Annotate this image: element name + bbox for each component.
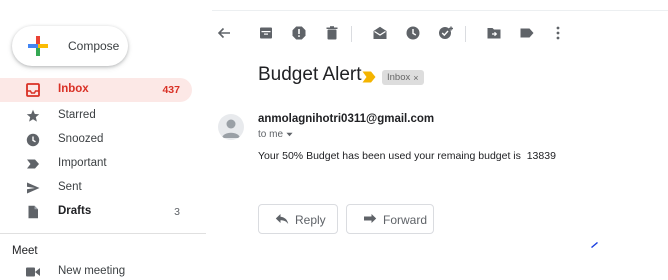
report-spam-icon — [292, 26, 306, 40]
label-button[interactable] — [519, 25, 535, 41]
label-chip-text: Inbox — [387, 72, 411, 83]
sidebar-divider — [0, 233, 206, 234]
archive-button[interactable] — [258, 25, 274, 41]
sidebar-item-snoozed[interactable]: Snoozed — [0, 128, 192, 152]
forward-icon — [364, 214, 377, 223]
clock-icon — [26, 133, 40, 147]
label-icon — [520, 28, 534, 38]
recipient-label: to me — [258, 129, 284, 140]
delete-button[interactable] — [324, 25, 340, 41]
important-icon — [27, 159, 39, 169]
compose-label: Compose — [68, 39, 120, 53]
inbox-icon — [26, 83, 40, 97]
mark-unread-icon — [373, 26, 387, 39]
delete-icon — [326, 26, 338, 40]
new-meeting-item[interactable]: New meeting — [26, 264, 206, 280]
remove-label-icon[interactable]: × — [413, 73, 418, 83]
sidebar-item-label: Starred — [58, 109, 96, 121]
chevron-down-icon — [286, 132, 293, 137]
draft-icon — [28, 205, 38, 219]
sidebar-item-label: Inbox — [58, 83, 89, 95]
archive-icon — [260, 27, 272, 39]
email-body: Your 50% Budget has been used your remai… — [258, 150, 556, 162]
more-options-button[interactable] — [550, 25, 566, 41]
sidebar-item-label: Snoozed — [58, 133, 104, 145]
sidebar-item-drafts[interactable]: Drafts 3 — [0, 200, 192, 224]
move-to-button[interactable] — [486, 25, 502, 41]
sidebar-item-label: Sent — [58, 181, 82, 193]
drafts-count: 3 — [174, 206, 180, 218]
toolbar-divider — [351, 26, 352, 42]
sidebar-item-inbox[interactable]: Inbox 437 — [0, 78, 192, 102]
reply-icon — [275, 214, 289, 224]
sidebar-item-important[interactable]: Important — [0, 152, 192, 176]
recipient-details-toggle[interactable]: to me — [258, 129, 293, 140]
snooze-icon — [406, 26, 420, 40]
important-marker-icon[interactable] — [362, 71, 376, 83]
person-icon — [222, 119, 240, 138]
add-to-tasks-icon — [439, 26, 453, 39]
compose-button[interactable]: Compose — [12, 26, 128, 66]
send-icon — [27, 182, 40, 194]
email-subject: Budget Alert — [258, 64, 362, 85]
toolbar-divider — [465, 26, 466, 42]
mark-unread-button[interactable] — [372, 25, 388, 41]
inbox-label-chip[interactable]: Inbox × — [382, 70, 424, 85]
sender-email[interactable]: anmolagnihotri0311@gmail.com — [258, 113, 434, 125]
cursor-mark — [591, 242, 598, 248]
back-arrow-icon — [217, 27, 230, 39]
move-to-icon — [487, 28, 501, 39]
compose-plus-icon — [28, 36, 48, 56]
video-camera-icon — [26, 267, 40, 277]
meet-heading: Meet — [12, 245, 38, 257]
avatar — [218, 114, 244, 140]
back-button[interactable] — [216, 25, 232, 41]
sidebar-item-starred[interactable]: Starred — [0, 104, 192, 128]
forward-button[interactable]: Forward — [346, 204, 434, 234]
inbox-unread-count: 437 — [162, 84, 180, 96]
reply-button[interactable]: Reply — [258, 204, 338, 234]
sidebar-item-label: Important — [58, 157, 107, 169]
toolbar-top-border — [212, 10, 668, 11]
add-to-tasks-button[interactable] — [438, 25, 454, 41]
reply-label: Reply — [295, 213, 326, 227]
more-icon — [556, 26, 560, 40]
star-icon — [26, 109, 40, 122]
sidebar-item-label: Drafts — [58, 205, 92, 217]
report-spam-button[interactable] — [291, 25, 307, 41]
snooze-button[interactable] — [405, 25, 421, 41]
forward-label: Forward — [383, 213, 428, 227]
sidebar-item-sent[interactable]: Sent — [0, 176, 192, 200]
new-meeting-label: New meeting — [58, 265, 126, 277]
